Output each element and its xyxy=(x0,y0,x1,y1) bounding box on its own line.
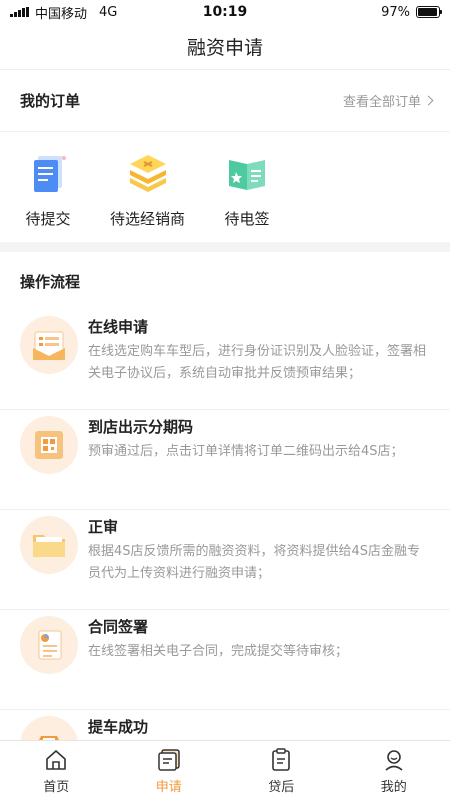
document-icon xyxy=(20,146,76,202)
view-all-orders-label: 查看全部订单 xyxy=(342,95,421,110)
step-title: 在线申请 xyxy=(88,318,149,336)
step-description: 在线选定购车车型后，进行身份证识别及人脸验证，签署相关电子协议后，系统自动审批并… xyxy=(88,344,427,381)
home-icon xyxy=(43,747,69,773)
process-step: 提车成功 xyxy=(0,710,450,740)
process-step: 在线申请 在线选定购车车型后，进行身份证识别及人脸验证，签署相关电子协议后，系统… xyxy=(0,310,450,410)
tab-label: 首页 xyxy=(43,779,70,795)
chevron-right-icon xyxy=(423,95,434,106)
tab-post-loan[interactable]: 贷后 xyxy=(225,741,338,800)
network-type: 4G xyxy=(99,4,118,20)
status-time: 10:19 xyxy=(202,4,248,20)
order-status-pending-dealer[interactable]: 待选经销商 xyxy=(110,132,185,242)
signal-icon xyxy=(10,7,29,17)
layers-icon xyxy=(120,146,176,202)
page-title: 融资申请 xyxy=(186,37,263,59)
apply-icon xyxy=(156,747,182,773)
step-description: 在线签署相关电子合同，完成提交等待审核； xyxy=(88,644,349,659)
order-status-label: 待提交 xyxy=(25,209,71,228)
tab-label: 我的 xyxy=(380,779,407,795)
tab-home[interactable]: 首页 xyxy=(0,741,113,800)
order-status-label: 待电签 xyxy=(224,209,270,228)
my-orders-section: 我的订单 查看全部订单 待提交 待选经销商 待电签 xyxy=(0,70,450,242)
status-bar: 中国移动 4G 10:19 97% xyxy=(0,0,450,24)
tab-profile[interactable]: 我的 xyxy=(338,741,450,800)
nav-bar: 融资申请 xyxy=(0,24,450,70)
battery-icon xyxy=(416,6,442,18)
process-step: 正审 根据4S店反馈所需的融资资料，将资料提供给4S店金融专员代为上传资料进行融… xyxy=(0,510,450,610)
envelope-form-icon xyxy=(20,316,78,374)
contract-icon xyxy=(20,616,78,674)
view-all-orders-link[interactable]: 查看全部订单 xyxy=(342,91,434,110)
clipboard-icon xyxy=(268,747,294,773)
tab-apply[interactable]: 申请 xyxy=(113,741,226,800)
profile-icon xyxy=(381,747,407,773)
qr-code-icon xyxy=(20,416,78,474)
my-orders-title: 我的订单 xyxy=(20,92,81,110)
tab-label: 申请 xyxy=(155,779,182,795)
step-title: 正审 xyxy=(88,518,119,536)
process-title: 操作流程 xyxy=(20,272,81,291)
order-status-label: 待选经销商 xyxy=(110,209,186,228)
order-status-pending-esign[interactable]: 待电签 xyxy=(219,132,275,242)
process-step: 合同签署 在线签署相关电子合同，完成提交等待审核； xyxy=(0,610,450,710)
carrier-name: 中国移动 xyxy=(35,6,88,22)
process-step: 到店出示分期码 预审通过后，点击订单详情将订单二维码出示给4S店； xyxy=(0,410,450,510)
tab-label: 贷后 xyxy=(268,779,295,795)
order-status-pending-submit[interactable]: 待提交 xyxy=(20,132,76,242)
step-title: 合同签署 xyxy=(88,618,149,636)
step-title: 提车成功 xyxy=(88,718,149,736)
step-title: 到店出示分期码 xyxy=(88,418,194,436)
bottom-tab-bar: 首页 申请 贷后 我的 xyxy=(0,740,450,800)
signature-book-icon xyxy=(219,146,275,202)
folder-icon xyxy=(20,516,78,574)
step-description: 预审通过后，点击订单详情将订单二维码出示给4S店； xyxy=(88,444,404,459)
battery-percent: 97% xyxy=(381,4,410,20)
step-description: 根据4S店反馈所需的融资资料，将资料提供给4S店金融专员代为上传资料进行融资申请… xyxy=(88,544,421,581)
car-icon xyxy=(20,716,78,740)
process-section: 操作流程 在线申请 在线选定购车车型后，进行身份证识别及人脸验证，签署相关电子协… xyxy=(0,252,450,740)
